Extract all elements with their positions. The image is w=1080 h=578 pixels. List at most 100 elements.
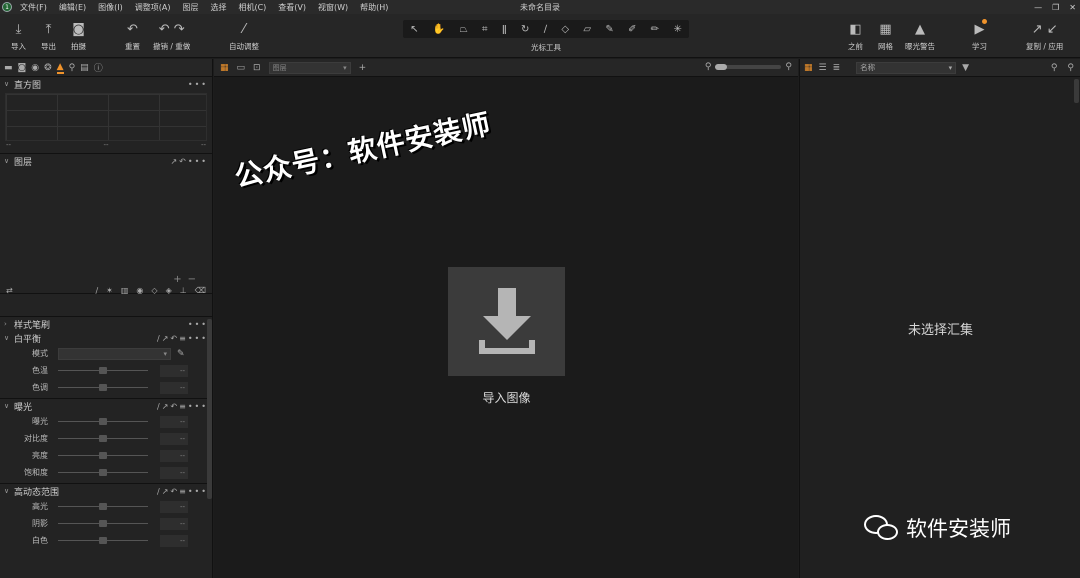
layers-header[interactable]: ∨ 图层 ↗↶••• — [0, 154, 212, 168]
exposure-warning-button[interactable]: ▲ 曝光警告 — [905, 20, 935, 52]
magic-brush-icon[interactable]: ✶ — [106, 286, 113, 295]
details-tab-icon[interactable]: ⚲ — [69, 63, 76, 73]
linear-gradient-icon[interactable]: ▥ — [121, 286, 129, 295]
slider-knob[interactable] — [99, 367, 107, 374]
highlight-slider[interactable] — [58, 503, 148, 510]
keystone-icon[interactable]: ⏢ — [460, 24, 468, 35]
section-actions-icon[interactable]: ∕↗↶≡••• — [157, 487, 208, 496]
brightness-value[interactable]: -- — [160, 449, 188, 462]
more-options-icon[interactable]: ••• — [188, 80, 208, 89]
saturation-slider[interactable] — [58, 469, 148, 476]
brightness-slider[interactable] — [58, 452, 148, 459]
highlight-value[interactable]: -- — [160, 500, 188, 513]
sort-direction-icon[interactable]: ▼ — [962, 63, 969, 73]
white-slider[interactable] — [58, 537, 148, 544]
pan-hand-icon[interactable]: ✋ — [433, 24, 445, 35]
stamp-icon[interactable]: ⊥ — [180, 286, 187, 295]
menu-adjustments[interactable]: 调整项(A) — [129, 2, 177, 13]
histogram-header[interactable]: ∨ 直方图 ••• — [0, 77, 212, 91]
pick-color-icon[interactable]: ✐ — [628, 24, 636, 35]
browser-scrollbar[interactable] — [1074, 79, 1079, 103]
wb-mode-select[interactable]: ▾ — [58, 347, 171, 360]
slider-knob[interactable] — [99, 503, 107, 510]
reset-button[interactable]: ↶ 重置 — [125, 20, 140, 52]
zoom-in-icon[interactable]: ⚲ — [785, 62, 792, 72]
eraser-icon[interactable]: ◇ — [561, 24, 569, 35]
shadow-slider[interactable] — [58, 520, 148, 527]
eyedropper-icon[interactable]: ✎ — [177, 349, 185, 359]
zoom-slider[interactable] — [715, 64, 782, 70]
menu-file[interactable]: 文件(F) — [14, 2, 53, 13]
capture-tab-icon[interactable]: ◙ — [18, 63, 27, 73]
annotate-icon[interactable]: ✏ — [651, 24, 659, 35]
left-panel-scrollbar[interactable] — [207, 319, 212, 499]
zoom-out-icon[interactable]: ⚲ — [705, 62, 712, 72]
export-button[interactable]: ⤒ 导出 — [41, 20, 56, 52]
learn-button[interactable]: ▶ 学习 — [972, 19, 987, 52]
layers-actions-icon[interactable]: ↗↶••• — [170, 157, 208, 166]
minimize-icon[interactable]: — — [1034, 3, 1042, 12]
search-icon[interactable]: ⚲ — [1067, 63, 1074, 73]
shadow-value[interactable]: -- — [160, 517, 188, 530]
copy-apply-button[interactable]: ↗ ↙ 复制 / 应用 — [1026, 20, 1063, 52]
import-button[interactable]: ⤓ 导入 — [11, 20, 26, 52]
sort-select[interactable]: 名称 — [856, 61, 957, 74]
fill-icon[interactable]: ◈ — [166, 286, 172, 295]
erase-mask-icon[interactable]: ⌫ — [195, 286, 206, 295]
brush-icon[interactable]: ∕ — [544, 24, 547, 35]
more-options-icon[interactable]: ••• — [188, 320, 208, 329]
menu-edit[interactable]: 编辑(E) — [53, 2, 92, 13]
white-value[interactable]: -- — [160, 534, 188, 547]
crop-icon[interactable]: ⌗ — [482, 24, 488, 35]
straighten-icon[interactable]: ǁ — [502, 24, 507, 35]
slider-knob[interactable] — [99, 452, 107, 459]
grid-view-icon[interactable]: ▦ — [220, 63, 229, 73]
exposure-slider[interactable] — [58, 418, 148, 425]
zoom-thumb[interactable] — [715, 64, 728, 70]
section-actions-icon[interactable]: ∕↗↶≡••• — [157, 334, 208, 343]
info-tab-icon[interactable]: ⓘ — [94, 61, 103, 74]
slider-knob[interactable] — [99, 469, 107, 476]
menu-help[interactable]: 帮助(H) — [354, 2, 394, 13]
slider-knob[interactable] — [99, 435, 107, 442]
undo-redo-button[interactable]: ↶ ↷ 撤销 / 重做 — [153, 20, 190, 52]
before-button[interactable]: ◧ 之前 — [848, 20, 863, 52]
radial-gradient-icon[interactable]: ◉ — [136, 286, 143, 295]
slider-knob[interactable] — [99, 384, 107, 391]
contrast-value[interactable]: -- — [160, 432, 188, 445]
brush-icon[interactable]: ∕ — [95, 286, 98, 295]
style-brush-header[interactable]: › 样式笔刷 ••• — [0, 317, 212, 331]
lens-tab-icon[interactable]: ◉ — [31, 63, 39, 73]
hdr-header[interactable]: ∨ 高动态范围 ∕↗↶≡••• — [0, 484, 212, 498]
white-balance-header[interactable]: ∨ 白平衡 ∕↗↶≡••• — [0, 331, 212, 345]
menu-window[interactable]: 视窗(W) — [312, 2, 354, 13]
rotate-icon[interactable]: ↻ — [521, 24, 529, 35]
menu-image[interactable]: 图像(I) — [92, 2, 129, 13]
import-images-label[interactable]: 导入图像 — [448, 389, 565, 406]
exposure-tab-icon[interactable]: ▲ — [56, 62, 64, 74]
menu-view[interactable]: 查看(V) — [272, 2, 312, 13]
auto-adjust-button[interactable]: ⁄ 自动调整 — [229, 20, 259, 52]
saturation-value[interactable]: -- — [160, 466, 188, 479]
grid-view-icon[interactable]: ▦ — [804, 63, 813, 73]
eyedropper-icon[interactable]: ✎ — [605, 24, 613, 35]
layer-select[interactable]: 图层 — [268, 61, 351, 74]
slider-knob[interactable] — [99, 418, 107, 425]
capture-button[interactable]: ◙ 拍摄 — [71, 20, 86, 52]
restore-icon[interactable]: ❐ — [1052, 3, 1059, 12]
add-icon[interactable]: + — [359, 63, 367, 73]
swap-icon[interactable]: ⇄ — [6, 286, 13, 295]
import-images-button[interactable] — [448, 267, 565, 376]
eraser-icon[interactable]: ◇ — [151, 286, 157, 295]
contrast-slider[interactable] — [58, 435, 148, 442]
spot-icon[interactable]: ✳ — [673, 24, 681, 35]
wb-temp-slider[interactable] — [58, 367, 148, 374]
gradient-icon[interactable]: ▱ — [583, 24, 591, 35]
color-tab-icon[interactable]: ❂ — [44, 63, 52, 73]
single-view-icon[interactable]: ▭ — [237, 63, 246, 73]
filter-search-icon[interactable]: ⚲ — [1051, 63, 1058, 73]
details-view-icon[interactable]: ≣ — [833, 63, 841, 73]
menu-select[interactable]: 选择 — [204, 2, 232, 13]
list-view-icon[interactable]: ☰ — [819, 63, 827, 73]
wb-temp-value[interactable]: -- — [160, 364, 188, 377]
